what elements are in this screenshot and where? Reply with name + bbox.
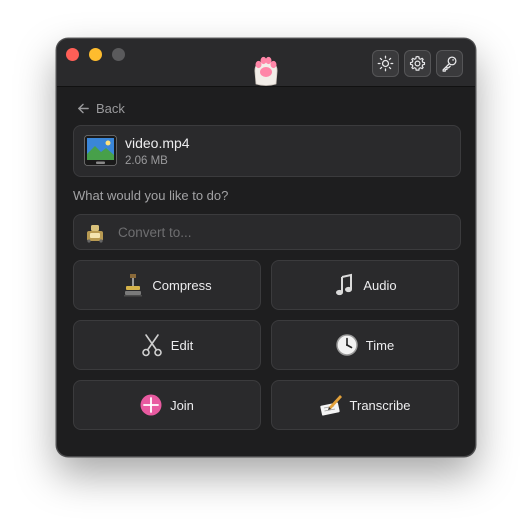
settings-button[interactable]	[404, 50, 431, 77]
transcribe-label: Transcribe	[349, 397, 411, 413]
license-button[interactable]	[436, 50, 463, 77]
titlebar	[57, 39, 475, 87]
file-size: 2.06 MB	[125, 155, 168, 167]
scissors-icon	[141, 333, 163, 357]
compress-label: Compress	[152, 277, 212, 293]
compress-button[interactable]: Compress	[73, 260, 261, 310]
convert-input[interactable]	[118, 215, 448, 249]
back-button[interactable]: Back	[77, 101, 125, 116]
edit-label: Edit	[170, 337, 194, 353]
transcribe-button[interactable]: Transcribe	[271, 380, 459, 430]
back-label: Back	[96, 101, 125, 116]
arrow-left-icon	[78, 103, 89, 114]
join-icon	[140, 393, 162, 417]
video-thumbnail-icon	[84, 135, 117, 166]
app-window: Back video.mp4 2.06 MB What would you li…	[56, 38, 476, 457]
sun-icon	[377, 55, 394, 72]
music-note-icon	[333, 273, 355, 297]
time-label: Time	[365, 337, 395, 353]
key-icon	[442, 56, 457, 72]
converter-icon	[87, 225, 103, 243]
gear-icon	[409, 55, 426, 71]
file-name: video.mp4	[125, 135, 190, 151]
window-close-button[interactable]	[66, 48, 79, 61]
audio-label: Audio	[363, 277, 397, 293]
join-button[interactable]: Join	[73, 380, 261, 430]
appearance-button[interactable]	[372, 50, 399, 77]
file-card: video.mp4 2.06 MB	[73, 125, 461, 177]
window-zoom-button[interactable]	[112, 48, 125, 61]
action-prompt: What would you like to do?	[73, 188, 229, 203]
audio-button[interactable]: Audio	[271, 260, 459, 310]
join-label: Join	[170, 397, 194, 413]
compress-icon	[122, 273, 144, 297]
transcribe-icon	[319, 393, 342, 417]
convert-field[interactable]	[73, 214, 461, 250]
edit-button[interactable]: Edit	[73, 320, 261, 370]
window-minimize-button[interactable]	[89, 48, 102, 61]
paw-icon	[254, 56, 278, 86]
clock-icon	[336, 333, 358, 357]
time-button[interactable]: Time	[271, 320, 459, 370]
